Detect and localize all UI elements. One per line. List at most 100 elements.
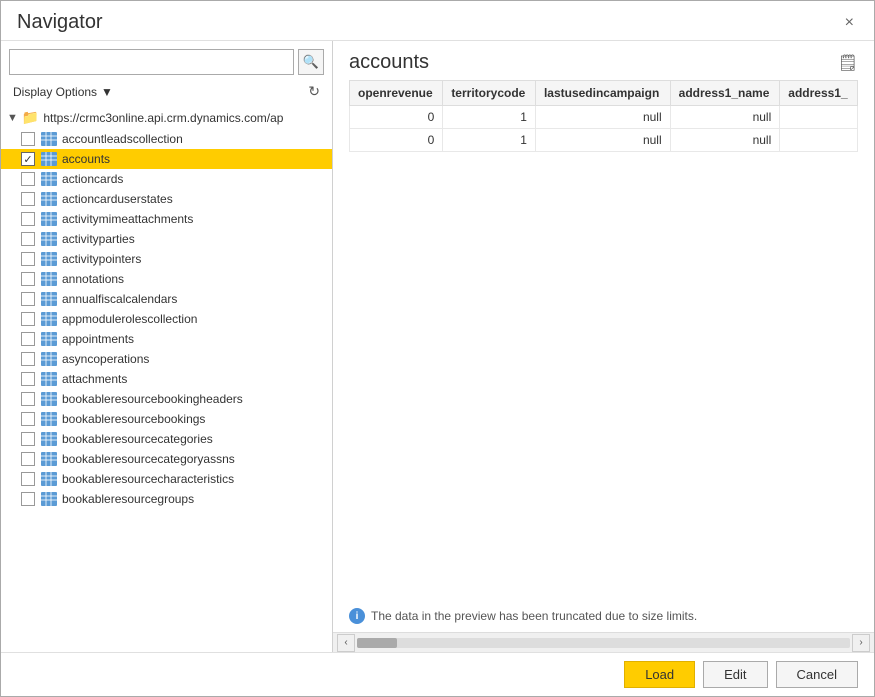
edit-button[interactable]: Edit <box>703 661 767 688</box>
table-icon <box>41 232 57 246</box>
table-icon <box>41 212 57 226</box>
table-icon <box>41 312 57 326</box>
tree-item-checkbox[interactable] <box>21 192 35 206</box>
tree-item-checkbox[interactable] <box>21 452 35 466</box>
tree-item-label: accountleadscollection <box>62 132 183 146</box>
scroll-track[interactable] <box>357 638 850 648</box>
scroll-left-button[interactable]: ‹ <box>337 634 355 652</box>
close-button[interactable]: × <box>841 13 858 33</box>
tree-item-checkbox[interactable] <box>21 172 35 186</box>
tree-item[interactable]: accountleadscollection <box>1 129 332 149</box>
table-icon <box>41 492 57 506</box>
info-bar: i The data in the preview has been trunc… <box>333 600 874 632</box>
tree-item-checkbox[interactable] <box>21 272 35 286</box>
data-table-container[interactable]: openrevenueterritorycodelastusedincampai… <box>333 80 874 600</box>
tree-item-label: annotations <box>62 272 124 286</box>
table-icon <box>41 392 57 406</box>
tree-item-label: asyncoperations <box>62 352 149 366</box>
search-input[interactable] <box>9 49 294 75</box>
table-icon <box>41 252 57 266</box>
tree-item-label: attachments <box>62 372 127 386</box>
tree-item-checkbox[interactable] <box>21 352 35 366</box>
tree-area[interactable]: ▼ 📁 https://crmc3online.api.crm.dynamics… <box>1 106 332 652</box>
right-panel-header: accounts 🗒 <box>333 41 874 80</box>
cancel-button[interactable]: Cancel <box>776 661 858 688</box>
table-icon <box>41 412 57 426</box>
scroll-thumb[interactable] <box>357 638 397 648</box>
folder-icon: 📁 <box>22 109 39 126</box>
tree-item[interactable]: appmodulerolescollection <box>1 309 332 329</box>
tree-item-label: annualfiscalcalendars <box>62 292 177 306</box>
tree-item-checkbox[interactable] <box>21 472 35 486</box>
tree-item-label: activityparties <box>62 232 135 246</box>
tree-item-checkbox[interactable] <box>21 312 35 326</box>
tree-item-checkbox[interactable] <box>21 432 35 446</box>
tree-item[interactable]: bookableresourcegroups <box>1 489 332 509</box>
tree-item[interactable]: activitymimeattachments <box>1 209 332 229</box>
display-options-button[interactable]: Display Options ▼ <box>9 83 117 101</box>
dialog-footer: Load Edit Cancel <box>1 652 874 696</box>
tree-item[interactable]: ✓ accounts <box>1 149 332 169</box>
tree-root-node[interactable]: ▼ 📁 https://crmc3online.api.crm.dynamics… <box>1 106 332 129</box>
tree-item[interactable]: activityparties <box>1 229 332 249</box>
tree-item[interactable]: annotations <box>1 269 332 289</box>
tree-item[interactable]: bookableresourcebookingheaders <box>1 389 332 409</box>
tree-item[interactable]: annualfiscalcalendars <box>1 289 332 309</box>
table-column-header: address1_name <box>670 81 780 106</box>
refresh-button[interactable]: ↻ <box>304 81 324 102</box>
tree-item-label: bookableresourcebookings <box>62 412 205 426</box>
tree-item[interactable]: bookableresourcebookings <box>1 409 332 429</box>
table-icon <box>41 432 57 446</box>
table-icon <box>41 132 57 146</box>
tree-item[interactable]: bookableresourcecategories <box>1 429 332 449</box>
export-button[interactable]: 🗒 <box>838 53 858 73</box>
load-button[interactable]: Load <box>624 661 695 688</box>
tree-item-label: bookableresourcecategories <box>62 432 213 446</box>
table-icon <box>41 172 57 186</box>
tree-item-label: activitypointers <box>62 252 141 266</box>
right-panel-title: accounts <box>349 51 429 74</box>
display-options-arrow-icon: ▼ <box>101 85 113 99</box>
tree-item[interactable]: activitypointers <box>1 249 332 269</box>
tree-item[interactable]: attachments <box>1 369 332 389</box>
tree-item-checkbox[interactable] <box>21 392 35 406</box>
tree-item-label: appointments <box>62 332 134 346</box>
scroll-right-button[interactable]: › <box>852 634 870 652</box>
table-cell: 1 <box>443 106 536 129</box>
tree-item[interactable]: appointments <box>1 329 332 349</box>
search-button[interactable]: 🔍 <box>298 49 324 75</box>
table-icon <box>41 192 57 206</box>
refresh-icon: ↻ <box>308 83 320 99</box>
dialog-header: Navigator × <box>1 1 874 41</box>
tree-item-checkbox[interactable] <box>21 252 35 266</box>
table-icon <box>41 332 57 346</box>
tree-item-checkbox[interactable]: ✓ <box>21 152 35 166</box>
tree-item[interactable]: actioncards <box>1 169 332 189</box>
tree-list: accountleadscollection ✓ accounts actionc… <box>1 129 332 509</box>
tree-item[interactable]: actioncarduserstates <box>1 189 332 209</box>
tree-item[interactable]: bookableresourcecategoryassns <box>1 449 332 469</box>
tree-item-checkbox[interactable] <box>21 212 35 226</box>
horizontal-scrollbar[interactable]: ‹ › <box>333 632 874 652</box>
tree-item-checkbox[interactable] <box>21 132 35 146</box>
display-options-bar: Display Options ▼ ↻ <box>1 79 332 106</box>
tree-item-checkbox[interactable] <box>21 372 35 386</box>
tree-item-label: bookableresourcecategoryassns <box>62 452 235 466</box>
tree-item-checkbox[interactable] <box>21 332 35 346</box>
search-bar: 🔍 <box>1 41 332 79</box>
tree-item[interactable]: asyncoperations <box>1 349 332 369</box>
dialog-body: 🔍 Display Options ▼ ↻ ▼ 📁 https <box>1 41 874 652</box>
tree-item-label: bookableresourcegroups <box>62 492 194 506</box>
table-cell <box>780 106 858 129</box>
dialog-title: Navigator <box>17 11 103 34</box>
tree-item[interactable]: bookableresourcecharacteristics <box>1 469 332 489</box>
table-icon <box>41 272 57 286</box>
table-icon <box>41 352 57 366</box>
table-icon <box>41 372 57 386</box>
tree-item-checkbox[interactable] <box>21 232 35 246</box>
tree-item-checkbox[interactable] <box>21 492 35 506</box>
table-cell <box>780 129 858 152</box>
tree-item-checkbox[interactable] <box>21 292 35 306</box>
table-icon <box>41 452 57 466</box>
tree-item-checkbox[interactable] <box>21 412 35 426</box>
